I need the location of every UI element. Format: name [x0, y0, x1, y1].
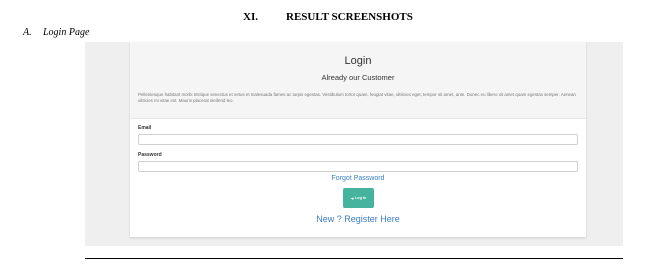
email-label: Email: [138, 125, 152, 131]
subsection-heading: A. Login Page: [23, 27, 89, 38]
login-subtitle: Already our Customer: [321, 73, 395, 82]
section-heading: XI. RESULT SCREENSHOTS: [0, 11, 648, 25]
forgot-password-link[interactable]: Forgot Password: [130, 175, 586, 182]
login-card-header: Login Already our Customer Pellentesque …: [130, 42, 586, 119]
login-button[interactable]: ➔ Log In: [343, 188, 374, 208]
section-number: XI.: [243, 11, 258, 23]
sign-in-icon: ➔: [350, 195, 354, 201]
register-link[interactable]: New ? Register Here: [130, 214, 586, 224]
login-screenshot: Login Already our Customer Pellentesque …: [85, 42, 623, 246]
intro-text: Pellentesque habitant morbi tristique se…: [138, 92, 576, 103]
login-button-label: Log In: [354, 196, 367, 200]
login-card: Login Already our Customer Pellentesque …: [130, 42, 586, 237]
email-field[interactable]: [138, 134, 578, 145]
subsection-title: Login Page: [43, 27, 90, 38]
password-label: Password: [138, 152, 162, 158]
subsection-letter: A.: [23, 27, 32, 38]
password-field[interactable]: [138, 161, 578, 172]
login-title: Login: [344, 55, 372, 67]
section-title: RESULT SCREENSHOTS: [286, 11, 413, 23]
page-rule: [85, 258, 623, 259]
